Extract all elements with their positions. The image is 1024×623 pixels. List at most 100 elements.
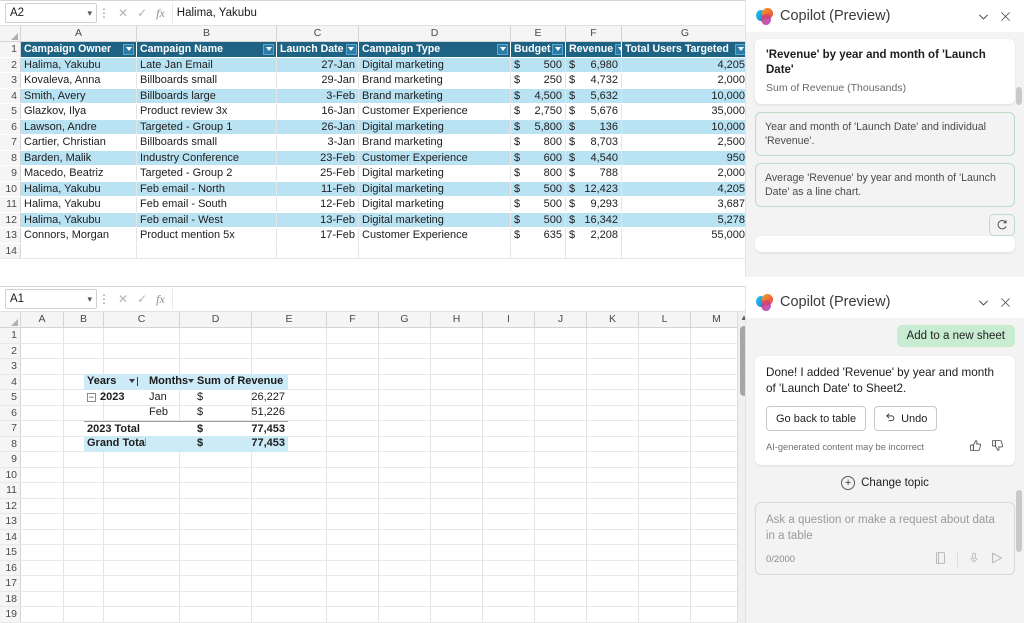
empty-cell[interactable] (21, 374, 64, 389)
empty-cell[interactable] (379, 405, 431, 420)
empty-cell[interactable] (21, 560, 64, 575)
empty-cell[interactable] (587, 607, 639, 622)
empty-cell[interactable] (535, 607, 587, 622)
empty-cell[interactable] (587, 529, 639, 544)
column-header-M[interactable]: M (691, 312, 743, 327)
empty-cell[interactable] (639, 560, 691, 575)
copilot-body-bottom[interactable]: Add to a new sheet Done! I added 'Revenu… (746, 318, 1024, 623)
insert-function-icon[interactable]: fx (156, 292, 165, 307)
empty-cell[interactable] (21, 328, 64, 343)
empty-cell[interactable] (535, 328, 587, 343)
empty-cell[interactable] (64, 607, 104, 622)
empty-cell[interactable] (431, 421, 483, 436)
thumbs-up-icon[interactable] (969, 439, 982, 455)
more-options-icon[interactable]: ⋮ (97, 293, 111, 305)
empty-cell[interactable] (639, 498, 691, 513)
empty-cell[interactable] (431, 560, 483, 575)
empty-cell[interactable] (431, 576, 483, 591)
empty-cell[interactable] (64, 576, 104, 591)
empty-cell[interactable] (691, 591, 743, 606)
empty-cell[interactable] (379, 529, 431, 544)
empty-cell[interactable] (327, 498, 379, 513)
name-box[interactable]: A1 ▾ (5, 289, 97, 309)
empty-cell[interactable] (21, 359, 64, 374)
row-header-12[interactable]: 12 (0, 212, 21, 227)
empty-cell[interactable] (483, 560, 535, 575)
row-header-1[interactable]: 1 (0, 42, 21, 57)
empty-cell[interactable] (691, 405, 743, 420)
empty-cell[interactable] (252, 591, 327, 606)
change-topic-button[interactable]: + Change topic (755, 476, 1015, 490)
empty-cell[interactable] (379, 591, 431, 606)
row-header-2[interactable]: 2 (0, 343, 21, 358)
empty-cell[interactable] (327, 607, 379, 622)
empty-cell[interactable] (252, 529, 327, 544)
empty-cell[interactable] (104, 328, 180, 343)
empty-cell[interactable] (64, 529, 104, 544)
empty-cell[interactable] (379, 560, 431, 575)
copilot-suggestion-2[interactable]: Average 'Revenue' by year and month of '… (755, 163, 1015, 207)
more-options-icon[interactable]: ⋮ (97, 7, 111, 19)
empty-cell[interactable] (21, 436, 64, 451)
empty-cell[interactable] (180, 545, 252, 560)
cancel-icon[interactable]: ✕ (118, 292, 128, 306)
row-header-1[interactable]: 1 (0, 328, 21, 343)
empty-cell[interactable] (691, 498, 743, 513)
row-header-19[interactable]: 19 (0, 607, 21, 622)
empty-cell[interactable] (21, 343, 64, 358)
empty-cell[interactable] (137, 243, 277, 258)
empty-cell[interactable] (64, 483, 104, 498)
empty-cell[interactable] (327, 545, 379, 560)
column-header-K[interactable]: K (587, 312, 639, 327)
column-header-C[interactable]: C (104, 312, 180, 327)
empty-cell[interactable] (327, 529, 379, 544)
empty-cell[interactable] (639, 436, 691, 451)
empty-cell[interactable] (587, 452, 639, 467)
chevron-down-icon[interactable] (972, 291, 994, 313)
empty-cell[interactable] (180, 452, 252, 467)
row-header-14[interactable]: 14 (0, 529, 21, 544)
empty-cell[interactable] (483, 576, 535, 591)
empty-cell[interactable] (252, 483, 327, 498)
empty-cell[interactable] (691, 607, 743, 622)
pivot-header-row[interactable]: Years Months Sum of Revenue (84, 374, 288, 390)
empty-cell[interactable] (379, 498, 431, 513)
column-header-D[interactable]: D (180, 312, 252, 327)
empty-cell[interactable] (180, 607, 252, 622)
empty-cell[interactable] (691, 452, 743, 467)
empty-cell[interactable] (379, 436, 431, 451)
empty-cell[interactable] (639, 545, 691, 560)
empty-cell[interactable] (691, 560, 743, 575)
row-header-12[interactable]: 12 (0, 498, 21, 513)
pivot-data-row[interactable]: Feb $51,226 (84, 405, 288, 421)
empty-cell[interactable] (104, 498, 180, 513)
empty-cell[interactable] (535, 390, 587, 405)
select-all-corner[interactable] (0, 26, 21, 41)
empty-cell[interactable] (587, 436, 639, 451)
empty-cell[interactable] (587, 576, 639, 591)
copilot-scroll-thumb-top[interactable] (1016, 87, 1022, 105)
row-header-17[interactable]: 17 (0, 576, 21, 591)
filter-sort-icon[interactable] (129, 376, 141, 387)
empty-cell[interactable] (379, 483, 431, 498)
empty-cell[interactable] (327, 576, 379, 591)
empty-cell[interactable] (327, 390, 379, 405)
column-header-F[interactable]: F (566, 26, 622, 41)
empty-cell[interactable] (639, 483, 691, 498)
empty-cell[interactable] (483, 390, 535, 405)
empty-cell[interactable] (327, 328, 379, 343)
empty-cell[interactable] (21, 498, 64, 513)
empty-cell[interactable] (587, 560, 639, 575)
empty-cell[interactable] (21, 243, 137, 258)
row-header-6[interactable]: 6 (0, 405, 21, 420)
empty-cell[interactable] (431, 374, 483, 389)
empty-cell[interactable] (535, 374, 587, 389)
pivot-grand-total-row[interactable]: Grand Total $77,453 (84, 436, 288, 452)
filter-dropdown-icon[interactable] (263, 43, 274, 55)
empty-cell[interactable] (691, 343, 743, 358)
empty-cell[interactable] (64, 343, 104, 358)
filter-dropdown-icon[interactable] (345, 43, 357, 55)
empty-cell[interactable] (379, 467, 431, 482)
empty-cell[interactable] (327, 560, 379, 575)
column-header-B[interactable]: B (137, 26, 277, 41)
